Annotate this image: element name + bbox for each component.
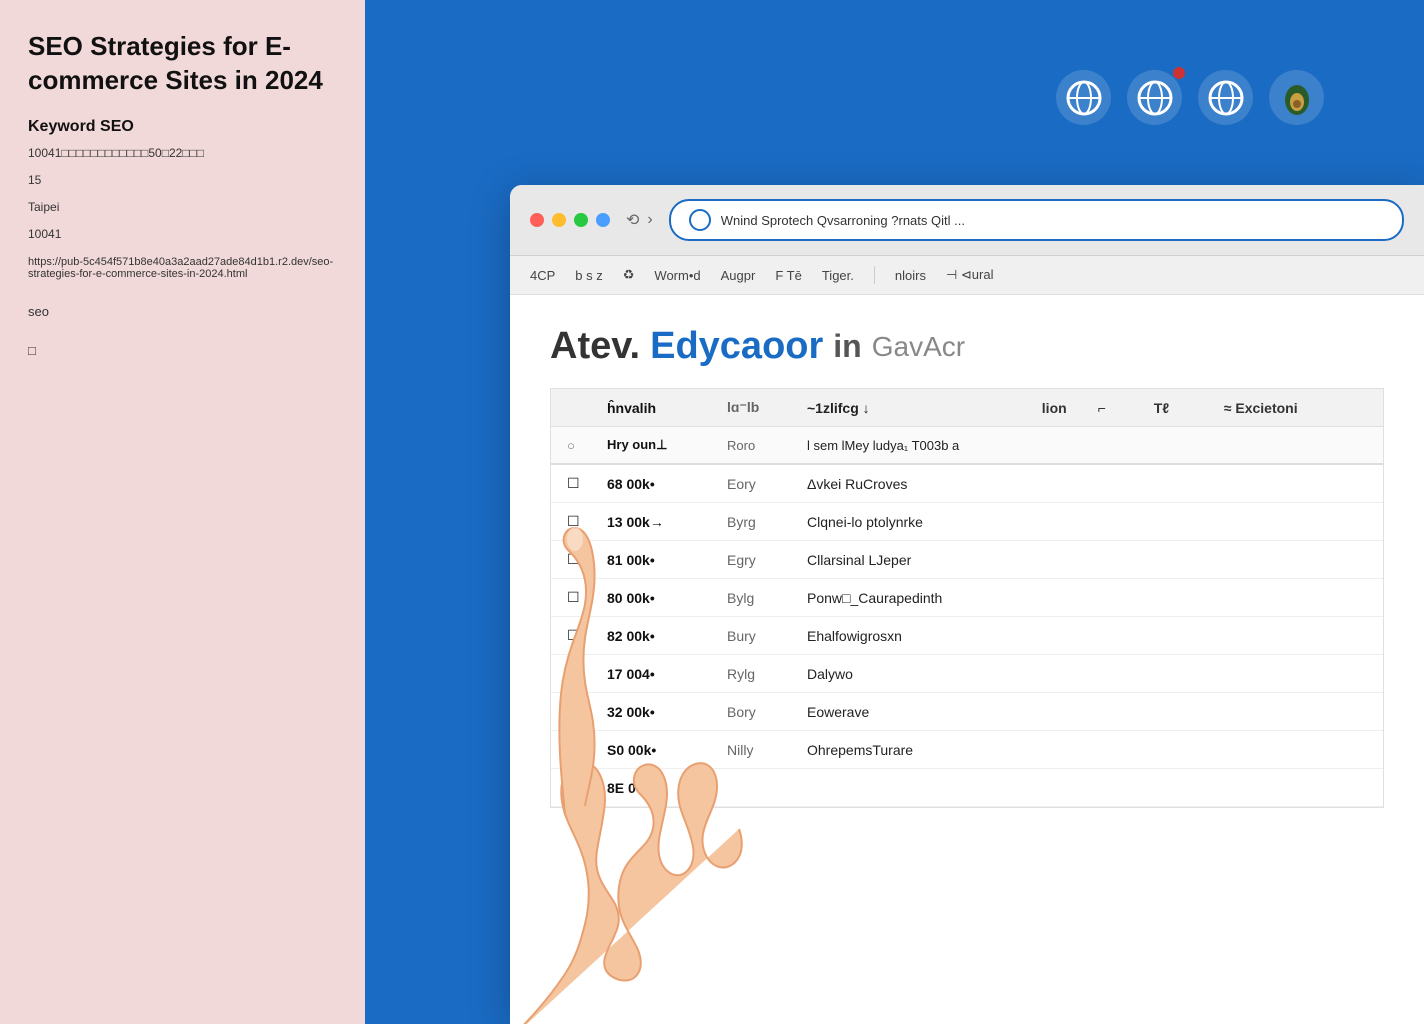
tl-minimize[interactable] [552,213,566,227]
row-keyword: OhrepemsTurare [807,742,1367,758]
row-keyword: Eowerave [807,704,1367,720]
nav-forward-icon[interactable]: › [647,211,652,229]
address-circle-icon [689,209,711,231]
header-col6: Tℓ [1154,400,1204,416]
nav-back-icon[interactable]: ⟲ [626,210,639,230]
traffic-lights [530,213,610,227]
browser-nav: ⟲ › [626,210,653,230]
sidebar-zip: 10041 [28,225,337,244]
icon-circle-1 [1056,70,1111,125]
row-keyword: Dalywo [807,666,1367,682]
icon-circle-3 [1198,70,1253,125]
icon-circle-2 [1127,70,1182,125]
header-col4: lion [1042,400,1078,416]
sidebar-url: https://pub-5c454f571b8e40a3a2aad27ade84… [28,256,337,280]
browser-icon [1064,78,1104,118]
toolbar-item-9[interactable]: ⊣ ⊲ural [946,267,994,283]
row-keyword: Δvkei RuCroves [807,476,1367,492]
header-col7: ≈ Excietoni [1224,400,1367,416]
sidebar-city: Taipei [28,198,337,217]
browser-chrome: ⟲ › Wnind Sprotech Qvsarroning ?rnats Qi… [510,185,1424,256]
heart-icon [1206,78,1246,118]
row-keyword: Ehalfowigrosxn [807,628,1367,644]
header-icons [1056,70,1324,125]
address-bar[interactable]: Wnind Sprotech Qvsarroning ?rnats Qitl .… [669,199,1404,241]
sidebar-meta-num: 15 [28,171,337,190]
header-col5: ⌐ [1098,400,1134,416]
sidebar: SEO Strategies for E-commerce Sites in 2… [0,0,365,1024]
page-title: SEO Strategies for E-commerce Sites in 2… [28,30,337,98]
toolbar-item-3[interactable]: ♻ [623,267,635,283]
row-keyword: Ponw□_Caurapedinth [807,590,1367,606]
toolbar-item-8[interactable]: nloirs [895,268,926,283]
toolbar-item-1[interactable]: 4CP [530,268,555,283]
tl-extra[interactable] [596,213,610,227]
row-keyword: Clqnei-lo ptolynrke [807,514,1367,530]
address-text: Wnind Sprotech Qvsarroning ?rnats Qitl .… [721,213,965,228]
avocado-icon [1277,78,1317,118]
heading-part3: in [833,328,861,365]
toolbar-item-6[interactable]: F Tē [775,268,802,283]
toolbar-separator [874,266,875,284]
keyword-label: Keyword SEO [28,118,337,136]
browser-toolbar: 4CP b s z ♻ Worm•d Augpr F Tē Tiger. nlo… [510,256,1424,295]
heading-part2: Edycaoor [650,325,823,368]
hand-illustration [465,394,745,1024]
tl-close[interactable] [530,213,544,227]
toolbar-item-5[interactable]: Augpr [721,268,756,283]
header-col3[interactable]: ~1zlifcg ↓ [807,400,1022,416]
sidebar-meta-id: 10041□□□□□□□□□□□□50□22□□□ [28,144,337,163]
sidebar-tag: seo [28,304,337,319]
chart-icon [1135,78,1175,118]
tl-maximize[interactable] [574,213,588,227]
page-heading: Atev. Edycaoor in GavAcr [550,325,1384,368]
subheader-col3: l sem lMey ludya₁ T003b a [807,438,1367,453]
heading-part1: Atev. [550,325,640,368]
main-area: ⟲ › Wnind Sprotech Qvsarroning ?rnats Qi… [365,0,1424,1024]
icon-circle-4 [1269,70,1324,125]
toolbar-item-7[interactable]: Tiger. [822,268,854,283]
toolbar-item-4[interactable]: Worm•d [654,268,700,283]
heading-part4: GavAcr [872,331,965,363]
sidebar-tag2: □ [28,343,337,358]
row-keyword: Cllarsinal LJeper [807,552,1367,568]
toolbar-item-2[interactable]: b s z [575,268,602,283]
